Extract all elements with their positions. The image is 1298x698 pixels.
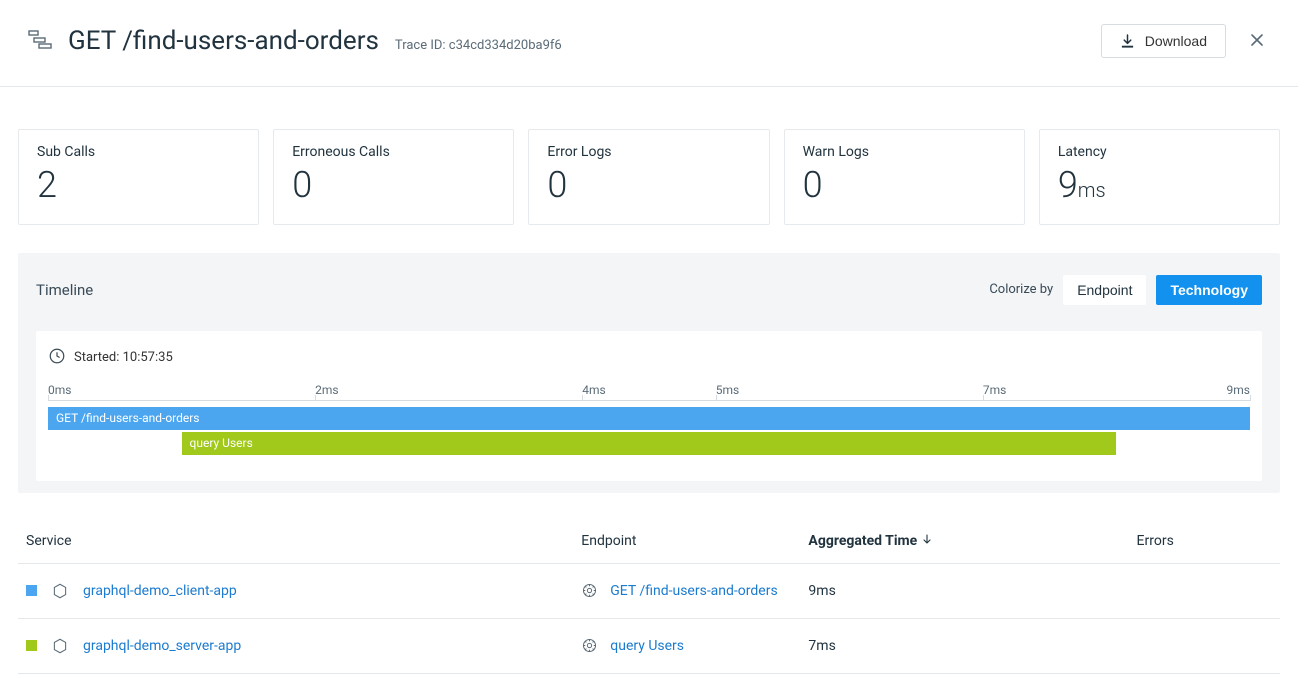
colorize-endpoint-button[interactable]: Endpoint <box>1063 275 1146 305</box>
metric-card: Sub Calls 2 <box>18 129 259 225</box>
col-endpoint[interactable]: Endpoint <box>573 519 800 564</box>
metric-card: Latency 9ms <box>1039 129 1280 225</box>
metric-value: 0 <box>292 166 495 206</box>
metric-value: 2 <box>37 166 240 206</box>
metric-label: Erroneous Calls <box>292 144 495 160</box>
endpoint-link[interactable]: query Users <box>610 638 684 654</box>
timeline-bar[interactable]: GET /find-users-and-orders <box>48 407 1250 430</box>
endpoint-type-icon <box>581 637 598 654</box>
timeline-title: Timeline <box>36 281 93 299</box>
metric-label: Latency <box>1058 144 1261 160</box>
service-type-icon <box>51 582 69 600</box>
header-left: GET /find-users-and-orders Trace ID: c34… <box>28 26 1101 56</box>
metric-label: Warn Logs <box>803 144 1006 160</box>
axis-tick: 0ms <box>48 383 71 397</box>
started-row: Started: 10:57:35 <box>48 347 1250 369</box>
metric-value: 0 <box>547 166 750 206</box>
timeline-panel: Timeline Colorize by Endpoint Technology… <box>18 253 1280 493</box>
axis-tick: 7ms <box>983 383 1006 397</box>
started-label: Started: 10:57:35 <box>74 350 173 365</box>
errors-cell <box>1129 563 1280 618</box>
table-row[interactable]: graphql-demo_server-app query Users 7ms <box>18 618 1280 673</box>
trace-icon <box>28 29 52 53</box>
page-title: GET /find-users-and-orders <box>68 26 379 56</box>
metric-card: Error Logs 0 <box>528 129 769 225</box>
aggregated-time-cell: 9ms <box>800 563 1128 618</box>
trace-id-label: Trace ID: c34cd334d20ba9f6 <box>395 38 562 53</box>
metric-label: Error Logs <box>547 144 750 160</box>
col-service[interactable]: Service <box>18 519 573 564</box>
endpoint-type-icon <box>581 582 598 599</box>
download-label: Download <box>1145 33 1207 49</box>
col-errors[interactable]: Errors <box>1129 519 1280 564</box>
clock-icon <box>48 347 66 369</box>
colorize-control: Colorize by Endpoint Technology <box>989 275 1262 305</box>
errors-cell <box>1129 618 1280 673</box>
color-swatch <box>26 585 37 596</box>
close-icon <box>1250 31 1264 51</box>
color-swatch <box>26 640 37 651</box>
close-button[interactable] <box>1244 25 1270 58</box>
axis-tick: 4ms <box>582 383 605 397</box>
metrics-row: Sub Calls2Erroneous Calls0Error Logs0War… <box>18 129 1280 225</box>
timeline-bar[interactable]: query Users <box>182 432 1117 455</box>
metric-card: Warn Logs 0 <box>784 129 1025 225</box>
services-table: Service Endpoint Aggregated Time Errors … <box>18 519 1280 674</box>
table-body: graphql-demo_client-app GET /find-users-a… <box>18 563 1280 673</box>
page-header: GET /find-users-and-orders Trace ID: c34… <box>0 0 1298 87</box>
service-link[interactable]: graphql-demo_client-app <box>83 583 237 599</box>
timeline-header: Timeline Colorize by Endpoint Technology <box>36 275 1262 305</box>
timeline-bars: GET /find-users-and-ordersquery Users <box>48 407 1250 461</box>
metric-value: 0 <box>803 166 1006 206</box>
col-aggregated-time[interactable]: Aggregated Time <box>800 519 1128 564</box>
service-link[interactable]: graphql-demo_server-app <box>83 638 241 654</box>
timeline-axis: 0ms 2ms 4ms 5ms 7ms 9ms <box>48 383 1250 401</box>
colorize-technology-button[interactable]: Technology <box>1156 275 1262 305</box>
download-icon <box>1120 34 1135 49</box>
download-button[interactable]: Download <box>1101 24 1226 58</box>
aggregated-time-cell: 7ms <box>800 618 1128 673</box>
endpoint-link[interactable]: GET /find-users-and-orders <box>610 583 777 599</box>
table-row[interactable]: graphql-demo_client-app GET /find-users-a… <box>18 563 1280 618</box>
metric-label: Sub Calls <box>37 144 240 160</box>
axis-tick: 9ms <box>1227 383 1250 397</box>
metric-value: 9ms <box>1058 166 1261 206</box>
axis-tick: 5ms <box>716 383 739 397</box>
colorize-label: Colorize by <box>989 282 1053 297</box>
timeline-body: Started: 10:57:35 0ms 2ms 4ms 5ms 7ms 9ms GET… <box>36 331 1262 481</box>
sort-arrow-icon <box>921 533 933 549</box>
axis-tick: 2ms <box>315 383 338 397</box>
content: Sub Calls2Erroneous Calls0Error Logs0War… <box>0 129 1298 698</box>
metric-card: Erroneous Calls 0 <box>273 129 514 225</box>
service-type-icon <box>51 637 69 655</box>
